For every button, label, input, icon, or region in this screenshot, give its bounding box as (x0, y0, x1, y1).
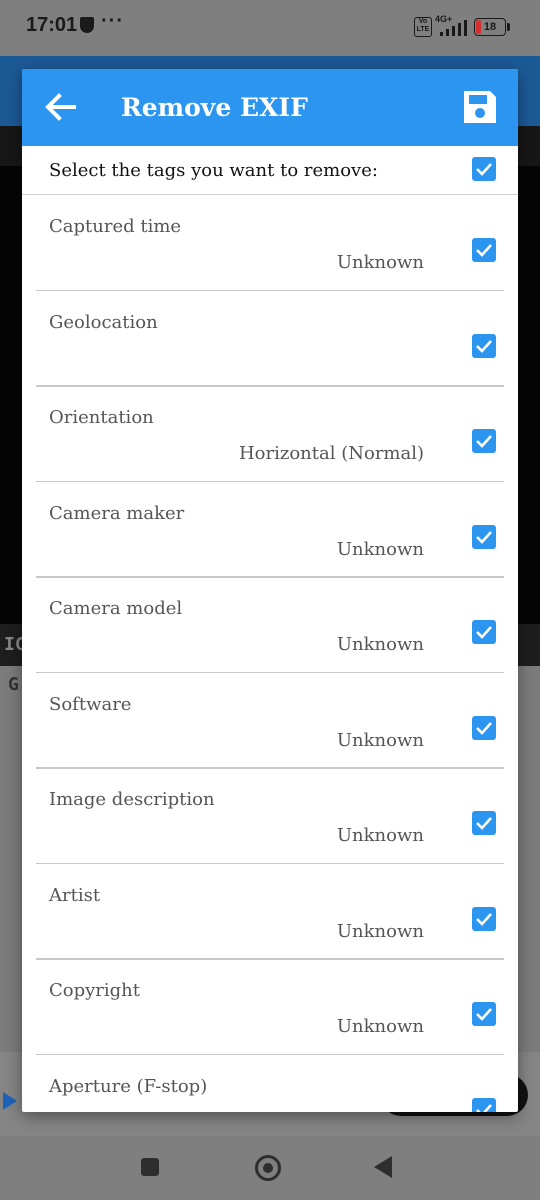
checkmark-icon (476, 339, 492, 353)
exif-tag-row[interactable]: Artist Unknown (22, 865, 518, 960)
background-content-label: G (8, 674, 19, 695)
exif-tag-name: Copyright (49, 980, 141, 1001)
exif-tag-name: Camera model (49, 598, 183, 619)
exif-tag-checkbox[interactable] (472, 811, 496, 835)
exif-tag-value: Unknown (336, 252, 424, 273)
checkmark-icon (476, 626, 492, 639)
back-arrow-icon[interactable] (42, 89, 78, 125)
checkmark-icon (476, 912, 492, 926)
checkmark-icon (476, 817, 492, 830)
select-all-label: Select the tags you want to remove: (49, 160, 378, 181)
exif-tag-row[interactable]: Copyright Unknown (22, 960, 518, 1055)
signal-icon (440, 20, 468, 36)
checkmark-icon (476, 163, 492, 176)
dialog-title: Remove EXIF (121, 93, 308, 122)
ad-play-icon (3, 1092, 17, 1110)
exif-tag-checkbox[interactable] (472, 524, 496, 549)
exif-tag-value: Unknown (336, 825, 424, 846)
exif-tag-row[interactable]: Camera model Unknown (22, 578, 518, 673)
exif-tag-name: Software (49, 693, 132, 715)
battery-level: 18 (483, 21, 497, 33)
exif-tag-checkbox[interactable] (472, 620, 496, 644)
navigation-bar (0, 1136, 540, 1200)
exif-tag-checkbox[interactable] (472, 1097, 496, 1112)
shield-icon (80, 17, 94, 33)
recents-icon[interactable] (141, 1158, 159, 1176)
exif-tag-row[interactable]: Captured time Unknown (22, 196, 518, 291)
exif-tag-value: Horizontal (Normal) (238, 443, 424, 464)
status-time: 17:01 (26, 14, 78, 36)
select-all-row[interactable]: Select the tags you want to remove: (22, 146, 518, 195)
home-icon[interactable] (255, 1155, 281, 1181)
remove-exif-dialog: Remove EXIF Select the tags you want to … (22, 69, 518, 1112)
checkmark-icon (476, 721, 492, 735)
checkmark-icon (476, 530, 492, 544)
exif-tag-value: Unknown (336, 634, 424, 655)
exif-tag-row[interactable]: Geolocation (22, 292, 518, 387)
exif-tag-name: Artist (49, 884, 101, 906)
battery-icon: 18 (474, 18, 510, 36)
status-bar: 17:01 ··· Vo LTE 4G+ 18 (0, 0, 540, 56)
exif-tag-name: Geolocation (49, 311, 158, 333)
exif-tag-value: Unknown (336, 538, 424, 560)
exif-tag-checkbox[interactable] (472, 333, 496, 358)
checkmark-icon (476, 435, 492, 448)
exif-tag-value: Unknown (336, 1016, 424, 1037)
exif-tag-name: Aperture (F-stop) (49, 1075, 208, 1097)
exif-tag-row[interactable]: Aperture (F-stop) (22, 1056, 518, 1112)
exif-tag-value: Unknown (336, 920, 424, 942)
exif-tag-row[interactable]: Camera maker Unknown (22, 483, 518, 578)
exif-tag-name: Camera maker (49, 502, 185, 524)
exif-tag-checkbox[interactable] (472, 238, 496, 262)
exif-tag-checkbox[interactable] (472, 715, 496, 740)
exif-tag-row[interactable]: Orientation Horizontal (Normal) (22, 387, 518, 482)
exif-tag-name: Captured time (49, 216, 182, 237)
exif-tag-row[interactable]: Image description Unknown (22, 769, 518, 864)
exif-tag-checkbox[interactable] (472, 1002, 496, 1026)
exif-tag-name: Image description (49, 789, 215, 810)
exif-tag-checkbox[interactable] (472, 429, 496, 453)
exif-tag-row[interactable]: Software Unknown (22, 674, 518, 769)
checkmark-icon (476, 244, 492, 257)
volte-icon: Vo LTE (414, 17, 432, 37)
exif-tag-name: Orientation (49, 407, 154, 428)
save-icon[interactable] (461, 88, 499, 126)
dialog-header: Remove EXIF (22, 69, 518, 146)
exif-tag-checkbox[interactable] (472, 906, 496, 931)
select-all-checkbox[interactable] (472, 157, 496, 181)
back-icon[interactable] (374, 1156, 392, 1178)
checkmark-icon (476, 1008, 492, 1021)
exif-tag-value: Unknown (336, 729, 424, 751)
checkmark-icon (476, 1103, 492, 1112)
more-notifications-icon: ··· (101, 10, 124, 32)
